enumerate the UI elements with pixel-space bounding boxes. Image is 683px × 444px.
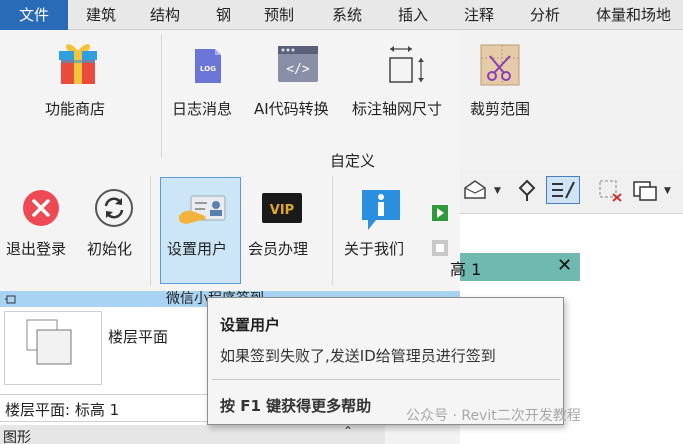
code-window-icon[interactable]: </> [277, 45, 319, 83]
pin-icon[interactable] [516, 178, 538, 206]
tooltip-description: 如果签到失败了,发送ID给管理员进行签到 [220, 347, 496, 365]
type-selector-thumbnail[interactable] [4, 311, 102, 385]
ribbon-separator [332, 176, 333, 286]
init-button-label[interactable]: 初始化 [87, 238, 132, 259]
ai-convert-button-label[interactable]: AI代码转换 [254, 98, 329, 119]
tab-massing-site[interactable]: 体量和场地 [596, 0, 671, 30]
instance-selector-value: 楼层平面: 标高 1 [5, 401, 120, 419]
tooltip-help-text: 按 F1 键获得更多帮助 [220, 397, 372, 415]
pin-panel-icon[interactable] [4, 292, 18, 306]
view-tab-label: 高 1 [450, 260, 482, 279]
crop-button-label[interactable]: 裁剪范围 [470, 98, 530, 119]
refresh-icon[interactable] [94, 188, 134, 228]
tab-analyze[interactable]: 分析 [530, 0, 560, 30]
dimension-icon[interactable] [384, 44, 428, 86]
logout-button-label[interactable]: 退出登录 [6, 238, 66, 259]
ribbon-group-title: 自定义 [330, 152, 376, 170]
menu-bar: 文件 建筑 结构 钢 预制 系统 插入 注释 分析 体量和场地 [0, 0, 683, 30]
play-icon[interactable] [432, 205, 448, 221]
tab-steel[interactable]: 钢 [216, 0, 231, 30]
tooltip-divider [212, 379, 560, 380]
stop-icon[interactable] [432, 240, 448, 256]
chevron-down-icon[interactable]: ▼ [664, 186, 671, 196]
chevron-down-icon[interactable]: ▼ [494, 186, 501, 196]
log-file-icon[interactable]: LOG [193, 47, 223, 85]
logout-close-icon[interactable] [21, 188, 61, 228]
tab-file[interactable]: 文件 [0, 0, 68, 30]
log-button-label[interactable]: 日志消息 [172, 98, 232, 119]
floor-plan-icon [26, 319, 72, 365]
gift-icon[interactable] [58, 40, 98, 86]
hide-element-icon[interactable] [597, 178, 623, 206]
code-icon-text: </> [286, 62, 310, 77]
tooltip-title: 设置用户 [220, 316, 281, 334]
tab-annotate[interactable]: 注释 [464, 0, 494, 30]
ribbon-separator [150, 176, 151, 286]
store-button-label[interactable]: 功能商店 [45, 98, 105, 119]
info-icon[interactable] [360, 188, 402, 232]
house-view-icon[interactable] [463, 178, 489, 206]
dimension-button-label[interactable]: 标注轴网尺寸 [352, 98, 442, 119]
switch-windows-icon[interactable] [632, 178, 658, 206]
membership-button-label[interactable]: 会员办理 [248, 238, 308, 259]
tab-insert[interactable]: 插入 [398, 0, 428, 30]
thin-lines-icon[interactable] [546, 176, 580, 204]
vip-icon[interactable]: VIP [262, 193, 302, 223]
crop-region-icon[interactable] [478, 42, 522, 88]
vip-icon-text: VIP [270, 203, 294, 218]
set-user-button-label[interactable]: 设置用户 [167, 238, 227, 259]
collapse-icon[interactable]: ⌃ [343, 424, 353, 438]
tab-systems[interactable]: 系统 [332, 0, 362, 30]
watermark: 公众号 · Revit二次开发教程 [406, 408, 581, 424]
graphics-section-header[interactable] [0, 425, 385, 444]
tab-architecture[interactable]: 建筑 [86, 0, 116, 30]
close-icon[interactable]: ✕ [557, 255, 572, 276]
ribbon-separator [161, 34, 162, 158]
log-icon-text: LOG [200, 65, 216, 73]
tab-structure[interactable]: 结构 [150, 0, 180, 30]
about-button-label[interactable]: 关于我们 [344, 238, 404, 259]
tab-precast[interactable]: 预制 [264, 0, 294, 30]
user-card-icon[interactable] [177, 190, 227, 230]
graphics-section-label: 图形 [3, 430, 31, 444]
type-name: 楼层平面 [108, 328, 169, 346]
